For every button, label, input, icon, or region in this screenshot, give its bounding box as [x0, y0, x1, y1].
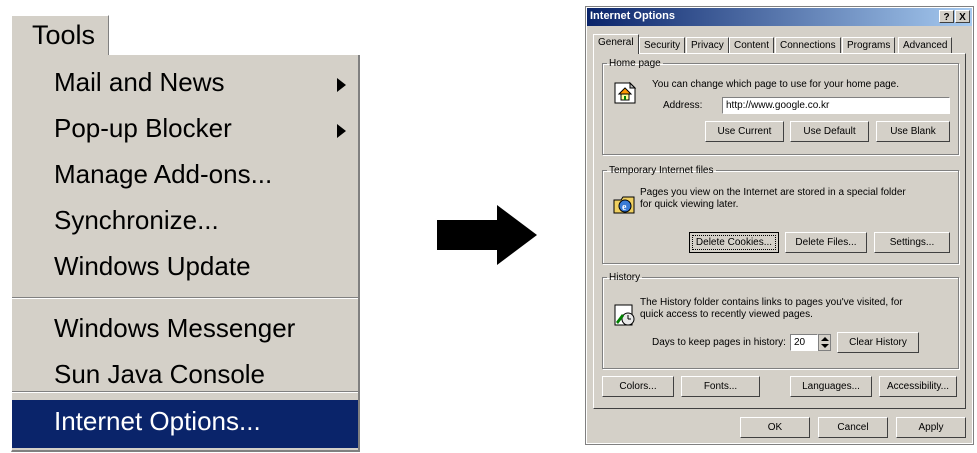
- help-button[interactable]: ?: [939, 10, 954, 23]
- days-spinner[interactable]: [818, 334, 831, 351]
- cancel-button[interactable]: Cancel: [818, 417, 888, 438]
- tab-advanced[interactable]: Advanced: [898, 37, 953, 53]
- tab-privacy[interactable]: Privacy: [686, 37, 729, 53]
- dialog-title: Internet Options: [590, 10, 675, 22]
- menu-item-label: Internet Options...: [54, 406, 261, 436]
- menu-separator: [12, 391, 358, 393]
- tools-menu-header[interactable]: Tools: [11, 15, 109, 58]
- delete-files-button[interactable]: Delete Files...: [785, 232, 867, 253]
- settings-button[interactable]: Settings...: [874, 232, 950, 253]
- menu-item-synchronize[interactable]: Synchronize...: [12, 199, 358, 245]
- accessibility-button[interactable]: Accessibility...: [879, 376, 957, 397]
- menu-item-label: Windows Messenger: [54, 313, 296, 343]
- use-current-button[interactable]: Use Current: [705, 121, 784, 142]
- languages-button[interactable]: Languages...: [790, 376, 872, 397]
- history-icon: [614, 304, 635, 326]
- svg-text:e: e: [622, 202, 627, 213]
- internet-options-dialog: Internet Options ? X General Security Pr…: [585, 6, 974, 445]
- menu-item-label: Mail and News: [54, 67, 225, 97]
- menu-item-windows-update[interactable]: Windows Update: [12, 245, 358, 291]
- clear-history-button[interactable]: Clear History: [837, 332, 919, 353]
- tab-connections[interactable]: Connections: [775, 37, 841, 53]
- tab-general[interactable]: General: [593, 34, 639, 54]
- temp-description-line2: for quick viewing later.: [640, 199, 739, 210]
- days-to-keep-label: Days to keep pages in history:: [652, 337, 786, 348]
- home-address-input[interactable]: http://www.google.co.kr: [722, 97, 950, 114]
- delete-cookies-button[interactable]: Delete Cookies...: [689, 232, 779, 253]
- menu-item-windows-messenger[interactable]: Windows Messenger: [12, 307, 358, 353]
- menu-item-label: Windows Update: [54, 251, 251, 281]
- submenu-arrow-icon: [337, 124, 346, 138]
- temp-description-line1: Pages you view on the Internet are store…: [640, 187, 906, 198]
- menu-separator: [12, 297, 358, 299]
- tab-programs[interactable]: Programs: [842, 37, 896, 53]
- tools-menu-title: Tools: [32, 20, 96, 50]
- close-button[interactable]: X: [955, 10, 970, 23]
- menu-item-label: Manage Add-ons...: [54, 159, 273, 189]
- use-blank-button[interactable]: Use Blank: [876, 121, 950, 142]
- home-page-icon: [614, 81, 637, 104]
- submenu-arrow-icon: [337, 78, 346, 92]
- use-default-button[interactable]: Use Default: [790, 121, 869, 142]
- history-group: History: [602, 272, 959, 369]
- spin-up-icon[interactable]: [821, 337, 829, 341]
- general-tab-page: Home page You can change which page to u…: [593, 53, 966, 409]
- title-bar[interactable]: Internet Options ? X: [587, 8, 972, 26]
- ie-temp-files-icon: e: [613, 196, 635, 214]
- tools-menu-panel: Mail and News Pop-up Blocker Manage Add-…: [11, 55, 360, 452]
- right-arrow-icon: [437, 205, 537, 265]
- spin-down-icon[interactable]: [821, 344, 829, 348]
- colors-button[interactable]: Colors...: [602, 376, 674, 397]
- tab-security[interactable]: Security: [639, 37, 686, 53]
- apply-button[interactable]: Apply: [896, 417, 966, 438]
- history-description-line1: The History folder contains links to pag…: [640, 297, 903, 308]
- menu-item-label: Synchronize...: [54, 205, 219, 235]
- menu-item-popup-blocker[interactable]: Pop-up Blocker: [12, 107, 358, 153]
- menu-item-manage-addons[interactable]: Manage Add-ons...: [12, 153, 358, 199]
- menu-item-mail-and-news[interactable]: Mail and News: [12, 61, 358, 107]
- address-label: Address:: [663, 100, 703, 111]
- ok-button[interactable]: OK: [740, 417, 810, 438]
- menu-item-label: Sun Java Console: [54, 359, 266, 389]
- tab-content[interactable]: Content: [729, 37, 775, 53]
- history-description-line2: quick access to recently viewed pages.: [640, 309, 813, 320]
- days-to-keep-input[interactable]: 20: [790, 334, 818, 351]
- temporary-files-legend: Temporary Internet files: [609, 165, 714, 176]
- history-legend: History: [609, 272, 641, 283]
- home-page-legend: Home page: [609, 58, 661, 69]
- menu-item-internet-options[interactable]: Internet Options...: [12, 400, 358, 448]
- home-page-description: You can change which page to use for you…: [652, 79, 900, 90]
- menu-item-label: Pop-up Blocker: [54, 113, 232, 143]
- fonts-button[interactable]: Fonts...: [681, 376, 760, 397]
- tools-menu: Tools Mail and News Pop-up Blocker Manag…: [0, 0, 360, 453]
